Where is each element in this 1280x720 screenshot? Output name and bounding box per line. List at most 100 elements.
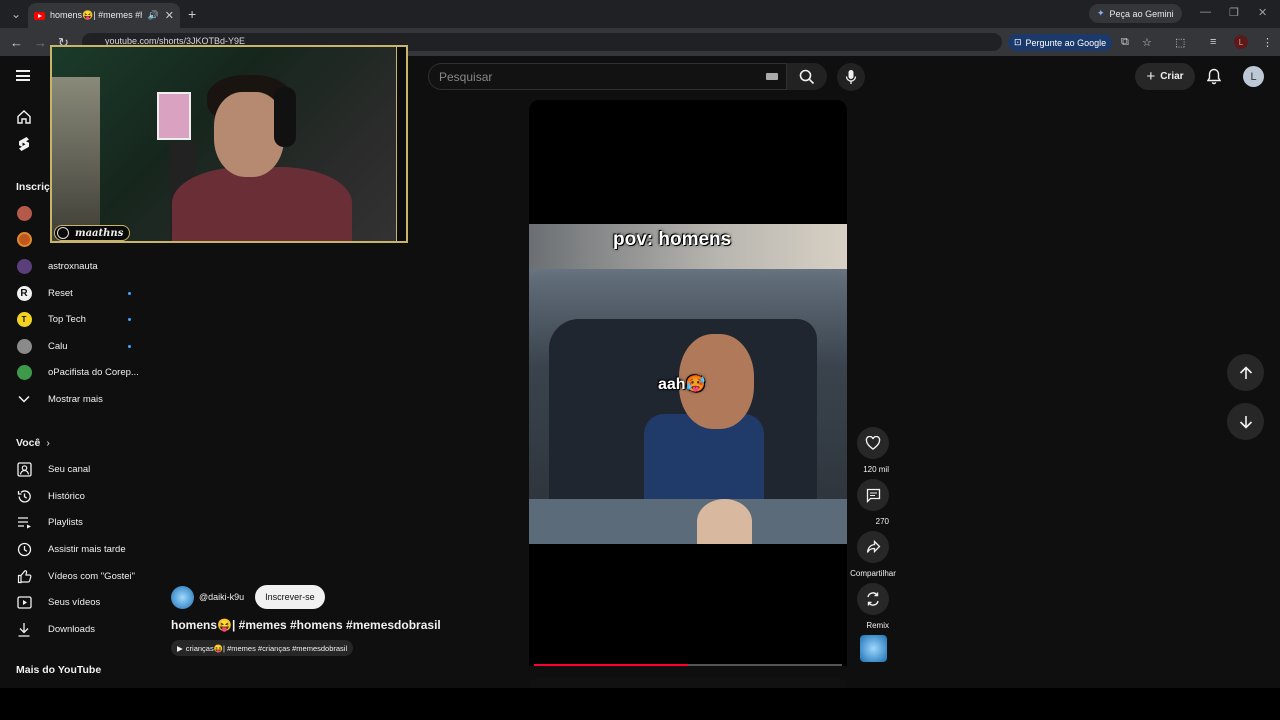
search-button[interactable] (787, 63, 827, 90)
sidebar-sub-calu[interactable]: Calu (0, 333, 153, 359)
previous-short-button[interactable] (1227, 354, 1264, 391)
minimize-icon[interactable]: — (1200, 6, 1211, 18)
avatar (16, 231, 32, 247)
cast-icon[interactable]: ⧉ (1121, 36, 1129, 49)
next-short-button[interactable] (1227, 403, 1264, 440)
channel-handle[interactable]: @daiki-k9u (199, 592, 244, 602)
new-tab-icon[interactable]: + (188, 6, 196, 22)
sidebar-item-watch-later[interactable]: Assistir mais tarde (0, 536, 153, 562)
pointing-finger (697, 499, 752, 544)
video-caption-top: pov: homens (613, 229, 732, 250)
comment-icon (866, 488, 880, 503)
close-window-icon[interactable]: ✕ (1258, 6, 1267, 19)
back-icon[interactable]: ← (10, 35, 23, 50)
restore-icon[interactable]: ❐ (1229, 6, 1239, 19)
gemini-label: Peça ao Gemini (1109, 8, 1174, 19)
tab-search-icon[interactable]: ⌄ (4, 4, 28, 24)
heart-icon (865, 436, 881, 450)
sidebar-item-playlists[interactable]: Playlists (0, 509, 153, 535)
bookmark-star-icon[interactable]: ☆ (1142, 36, 1152, 49)
related-video-label: crianças😝| #memes #crianças #memesdobras… (185, 643, 348, 653)
sidebar-item-your-videos[interactable]: Seus vídeos (0, 589, 153, 615)
share-button[interactable] (857, 531, 889, 563)
ask-google-button[interactable]: ⊡ Pergunte ao Google (1008, 34, 1113, 51)
audio-playing-icon[interactable]: 🔊 (148, 10, 159, 21)
sub-name: oPacifista do Corep... (48, 366, 139, 378)
comment-button[interactable] (857, 479, 889, 511)
youtube-favicon-icon (34, 11, 45, 20)
avatar (16, 338, 32, 354)
sidebar-sub-top-tech[interactable]: T Top Tech (0, 306, 153, 332)
streamer-shirt (172, 167, 352, 241)
related-video-chip[interactable]: ▶ crianças😝| #memes #crianças #memesdobr… (171, 640, 354, 656)
like-button[interactable] (857, 427, 889, 459)
extensions-icon[interactable]: ⬚ (1175, 36, 1185, 49)
streamer-name: maathns (75, 227, 124, 239)
overlay-border-panel (396, 47, 406, 241)
sidebar-item-label: Playlists (48, 516, 83, 528)
forward-icon[interactable]: → (34, 35, 47, 50)
arrow-up-icon (1239, 365, 1252, 379)
sidebar-sub-astroxnauta[interactable]: astroxnauta (0, 253, 153, 279)
sub-name: Reset (48, 287, 73, 299)
arrow-down-icon (1239, 415, 1252, 429)
taskbar-strip (0, 688, 1280, 720)
channel-avatar[interactable] (171, 585, 194, 609)
voice-search-button[interactable] (837, 63, 865, 91)
remix-label: Remix (866, 621, 889, 630)
lens-icon: ⊡ (1014, 37, 1022, 47)
hamburger-menu-icon[interactable] (16, 70, 30, 81)
you-heading[interactable]: Você › (16, 437, 50, 449)
show-more-label: Mostrar mais (48, 393, 103, 405)
sidebar-item-downloads[interactable]: Downloads (0, 616, 153, 642)
sidebar-item-label: Assistir mais tarde (48, 543, 126, 555)
create-button[interactable]: + Criar (1135, 63, 1195, 90)
avatar (16, 258, 32, 274)
share-action[interactable]: Compartilhar (850, 531, 896, 581)
sidebar-item-label: Downloads (48, 623, 95, 635)
sidebar-sub-reset[interactable]: R Reset (0, 280, 153, 306)
sidebar-sub-opacifista[interactable]: oPacifista do Corep... (0, 359, 153, 385)
chevron-down-icon (16, 391, 32, 407)
comment-action[interactable]: 270 (857, 479, 889, 529)
like-action[interactable]: 120 mil (857, 427, 889, 477)
profile-avatar[interactable]: L (1234, 35, 1248, 49)
thumbs-up-icon (16, 568, 32, 584)
history-icon (16, 488, 32, 504)
download-icon (16, 621, 32, 637)
browser-menu-icon[interactable]: ⋮ (1262, 36, 1273, 49)
search-input[interactable]: Pesquisar (428, 63, 787, 90)
channel-thumbnail[interactable] (860, 635, 887, 662)
sub-name: Top Tech (48, 313, 86, 325)
show-more-button[interactable]: Mostrar mais (0, 386, 153, 412)
sidebar-item-label: Vídeos com "Gostei" (48, 570, 136, 582)
close-tab-icon[interactable]: ✕ (165, 9, 174, 22)
channel-info: @daiki-k9u Inscrever-se (171, 585, 325, 609)
shorts-player[interactable]: pov: homens aah🥵 (529, 100, 847, 666)
chevron-right-icon: › (46, 437, 50, 449)
sidebar-item-label: Seu canal (48, 463, 91, 475)
notifications-bell-icon[interactable] (1206, 68, 1222, 85)
browser-tab[interactable]: homens😝| #memes #hom 🔊 ✕ (28, 3, 180, 28)
media-controls-icon[interactable]: ≡ (1210, 36, 1216, 48)
sidebar-item-liked-videos[interactable]: Vídeos com "Gostei" (0, 563, 153, 589)
avatar: T (16, 311, 32, 327)
avatar (16, 364, 32, 380)
playlists-icon (16, 514, 32, 530)
headphones-icon (274, 87, 296, 147)
subscribe-button[interactable]: Inscrever-se (255, 585, 325, 609)
gemini-button[interactable]: ✦ Peça ao Gemini (1089, 4, 1182, 23)
sidebar-item-your-channel[interactable]: Seu canal (0, 456, 153, 482)
video-progress-bar[interactable] (534, 664, 842, 666)
sidebar-item-history[interactable]: Histórico (0, 483, 153, 509)
subscriptions-heading[interactable]: Inscriç (16, 181, 50, 193)
remix-button[interactable] (857, 583, 889, 615)
home-icon (16, 109, 32, 125)
keyboard-icon[interactable] (766, 73, 778, 80)
account-avatar[interactable]: L (1243, 66, 1264, 87)
new-content-dot (128, 344, 131, 348)
sidebar-item-label: Seus vídeos (48, 596, 101, 608)
streamer-badge-icon (57, 227, 69, 239)
remix-action[interactable]: Remix (857, 583, 889, 633)
channel-icon (16, 461, 32, 477)
